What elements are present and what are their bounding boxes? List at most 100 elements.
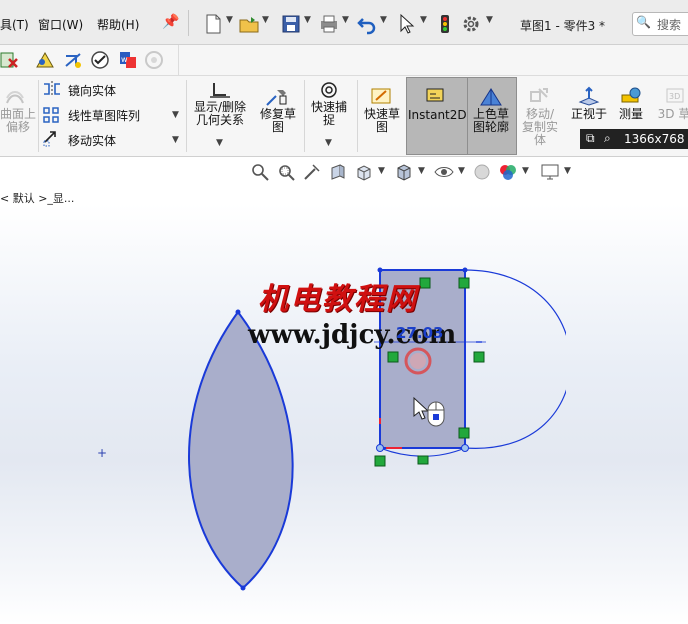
chevron-down-icon[interactable]: ▼ xyxy=(226,15,233,25)
resolution-text: 1366x768 xyxy=(624,132,685,146)
chevron-down-icon[interactable]: ▼ xyxy=(418,166,425,176)
menu-help[interactable]: 帮助(H) xyxy=(97,16,139,33)
instant2d-label: Instant2D xyxy=(408,108,467,122)
graphics-area[interactable] xyxy=(0,157,688,624)
chevron-down-icon[interactable]: ▼ xyxy=(172,110,179,120)
instant2d-icon xyxy=(426,88,444,102)
open-folder-icon[interactable] xyxy=(238,13,260,35)
label-line: 图 xyxy=(271,120,284,134)
rapid-sketch-label[interactable]: 快速草 图 xyxy=(360,108,404,134)
label-line: 捉 xyxy=(322,113,335,127)
move-copy-body-icon xyxy=(530,88,548,102)
lens-sketch-shape[interactable] xyxy=(180,308,302,594)
separator xyxy=(304,80,305,152)
previous-view-icon[interactable] xyxy=(302,162,322,182)
3d-sketch-icon: 3D xyxy=(666,88,684,103)
zoom-icon: ⌕ xyxy=(604,131,611,145)
menu-separator xyxy=(188,10,189,36)
breadcrumb: < 默认 >_显... xyxy=(0,192,75,205)
scene-icon[interactable] xyxy=(498,162,518,182)
repair-sketch-label[interactable]: 修复草 图 xyxy=(256,108,300,134)
svg-text:w: w xyxy=(121,55,128,64)
chevron-down-icon[interactable]: ▼ xyxy=(380,15,387,25)
mirror-icon[interactable] xyxy=(42,80,62,98)
svg-text:3D: 3D xyxy=(669,92,680,101)
gear-icon[interactable] xyxy=(460,13,482,35)
menu-tools[interactable]: 具(T) xyxy=(0,16,29,33)
check-icon[interactable] xyxy=(90,50,110,70)
watermark-chinese: 机电教程网 xyxy=(258,282,418,317)
save-icon[interactable] xyxy=(280,13,302,35)
rapid-sketch-icon[interactable] xyxy=(370,86,394,108)
chevron-down-icon[interactable]: ▼ xyxy=(262,15,269,25)
chevron-down-icon[interactable]: ▼ xyxy=(378,166,385,176)
zoom-area-icon[interactable] xyxy=(276,162,296,182)
fully-define-icon[interactable] xyxy=(62,50,84,70)
chevron-down-icon[interactable]: ▼ xyxy=(458,166,465,176)
separator xyxy=(186,80,187,152)
chevron-down-icon[interactable]: ▼ xyxy=(304,15,311,25)
label-line: 偏移 xyxy=(5,120,30,134)
disabled-icon xyxy=(145,51,163,69)
chevron-down-icon[interactable]: ▼ xyxy=(420,15,427,25)
chevron-down-icon[interactable]: ▼ xyxy=(522,166,529,176)
label-line: 几何关系 xyxy=(195,113,244,127)
mirror-entities-label[interactable]: 镜向实体 xyxy=(68,82,116,99)
quick-snaps-label[interactable]: 快速捕 捉 xyxy=(306,101,352,127)
menu-window[interactable]: 窗口(W) xyxy=(38,16,83,33)
normal-to-icon[interactable] xyxy=(578,86,600,106)
pin-icon[interactable]: 📌 xyxy=(162,14,179,30)
chevron-down-icon[interactable]: ▼ xyxy=(325,138,332,148)
chevron-down-icon[interactable]: ▼ xyxy=(216,138,223,148)
show-delete-relations-label[interactable]: 显示/删除 几何关系 xyxy=(190,101,250,127)
label-line: 图 xyxy=(375,120,388,134)
section-view-icon[interactable] xyxy=(328,162,348,182)
origin-marker: + xyxy=(97,446,108,460)
label-line: 体 xyxy=(533,133,546,147)
measure-icon[interactable] xyxy=(620,86,642,106)
shaded-sketch-icon xyxy=(480,88,502,106)
normal-to-label[interactable]: 正视于 xyxy=(566,108,612,121)
search-input[interactable]: 🔍 搜索 xyxy=(632,12,688,36)
mouse-cursor-icon xyxy=(413,396,445,427)
3d-sketch-label: 3D 草 xyxy=(657,107,688,121)
measure-label[interactable]: 测量 xyxy=(612,108,650,121)
linear-pattern-icon[interactable] xyxy=(42,106,62,124)
move-copy-body-label: 移动/ 复制实 体 xyxy=(516,108,564,147)
chevron-down-icon[interactable]: ▼ xyxy=(486,15,493,25)
new-document-icon[interactable] xyxy=(202,13,224,35)
restore-window-icon: ⧉ xyxy=(586,131,595,145)
report-icon[interactable]: w xyxy=(118,50,138,70)
display-style-icon[interactable] xyxy=(394,162,414,182)
move-entities-label[interactable]: 移动实体 xyxy=(68,132,116,149)
select-cursor-icon[interactable] xyxy=(396,13,418,35)
view-settings-monitor-icon[interactable] xyxy=(540,162,560,182)
screen-resolution-badge: ⧉ ⌕ 1366x768 xyxy=(580,129,688,149)
chevron-down-icon[interactable]: ▼ xyxy=(564,166,571,176)
relations-lock-icon[interactable] xyxy=(208,80,232,100)
shaded-sketch-label: 上色草 图轮廓 xyxy=(467,108,515,134)
edit-appearance-icon[interactable] xyxy=(472,162,492,182)
print-icon[interactable] xyxy=(318,13,340,35)
undo-icon[interactable] xyxy=(356,13,378,35)
chevron-down-icon[interactable]: ▼ xyxy=(342,15,349,25)
dimension-value[interactable]: 27.03 xyxy=(396,324,443,342)
quick-snaps-icon[interactable] xyxy=(318,80,340,100)
linear-pattern-label[interactable]: 线性草图阵列 xyxy=(68,107,140,124)
document-title: 草图1 - 零件3 * xyxy=(520,19,606,33)
display-delete-icon[interactable] xyxy=(0,50,20,70)
separator xyxy=(38,80,39,152)
hide-show-eye-icon[interactable] xyxy=(434,162,454,182)
command-manager-row1-blank xyxy=(178,45,688,75)
chevron-down-icon[interactable]: ▼ xyxy=(172,135,179,145)
label-line: 图轮廓 xyxy=(472,120,509,134)
offset-on-surface-label: 曲面上 偏移 xyxy=(0,108,36,134)
relations-icon[interactable] xyxy=(34,50,56,70)
search-placeholder: 搜索 xyxy=(657,18,682,32)
repair-sketch-icon[interactable] xyxy=(264,86,290,108)
view-orientation-icon[interactable] xyxy=(354,162,374,182)
zoom-to-fit-icon[interactable] xyxy=(250,162,270,182)
search-icon: 🔍 xyxy=(636,15,651,29)
move-entities-icon[interactable] xyxy=(42,130,62,148)
rebuild-traffic-light-icon[interactable] xyxy=(434,13,456,35)
